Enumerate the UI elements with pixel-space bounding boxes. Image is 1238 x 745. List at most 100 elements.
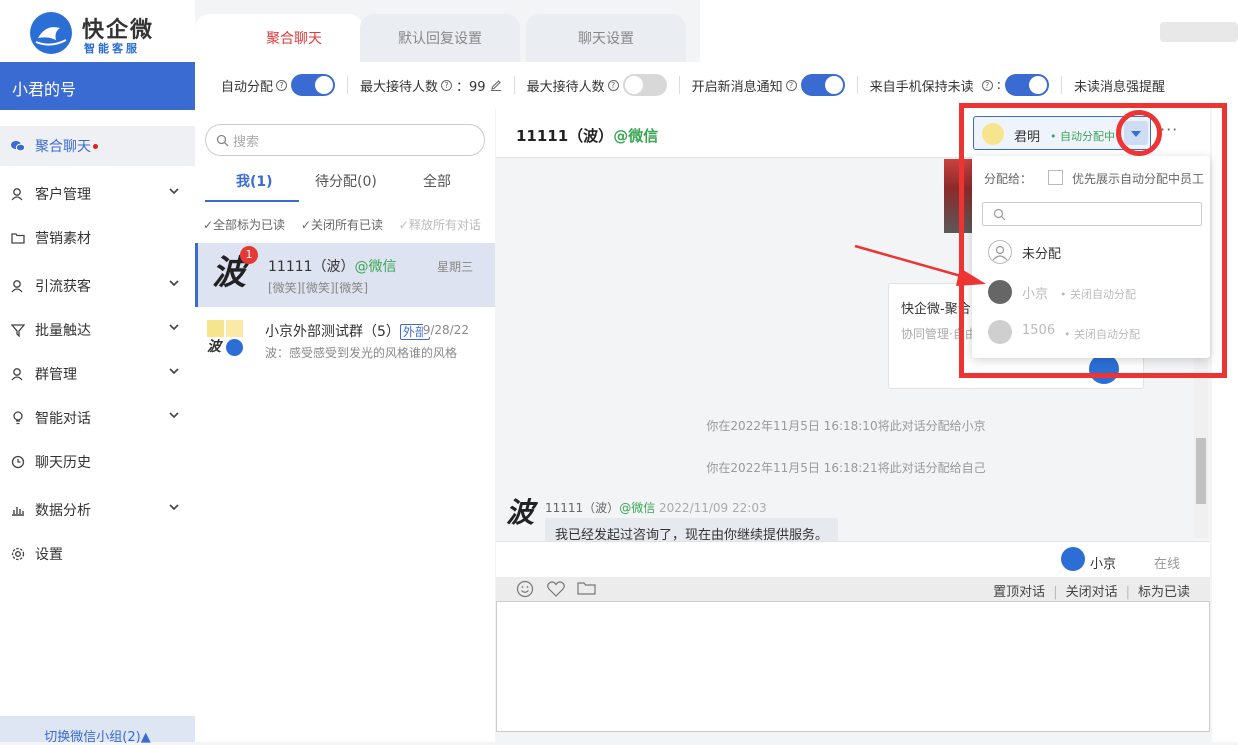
conversation-time: 9/28/22 — [422, 323, 469, 337]
brand-logo: 快企微 智能客服 — [30, 12, 170, 56]
sidebar-item-customers[interactable]: 客户管理 — [0, 174, 195, 214]
annotation-arrow-icon — [854, 244, 986, 286]
sidebar-item-chat-history[interactable]: 聊天历史 — [0, 442, 195, 482]
conversation-title: 11111（波）@微信 — [268, 259, 397, 275]
max-receivers-toggle-label: 最大接待人数 — [526, 79, 605, 95]
help-icon[interactable]: ? — [607, 79, 619, 91]
toolbar-divider — [347, 76, 349, 94]
unread-badge: 1 — [240, 246, 258, 264]
agent-avatar — [1061, 547, 1085, 571]
conversation-item[interactable]: 波 小京外部测试群（5） 外部 波：感受感受到发光的风格谁的风格 9/28/22 — [195, 308, 495, 372]
max-receivers-toggle[interactable] — [622, 74, 667, 96]
sidebar-item-label: 数据分析 — [35, 503, 91, 519]
help-icon[interactable]: ? — [785, 79, 797, 91]
tab-all[interactable]: 全部 — [423, 171, 451, 191]
sidebar-item-groups[interactable]: 群管理 — [0, 354, 195, 394]
max-receivers-setting: 最大接待人数? ：99 — [360, 76, 502, 95]
keep-unread-setting: 来自手机保持未读?: — [870, 74, 1050, 96]
heart-icon[interactable] — [546, 580, 566, 598]
agent-name: 小京 — [1090, 557, 1117, 572]
edit-icon[interactable] — [490, 79, 502, 91]
max-receivers-toggle-setting: 最大接待人数? — [527, 74, 667, 96]
max-receivers-value: ：99 — [456, 79, 486, 95]
input-actions: 置顶对话 | 关闭对话 | 标为已读 — [993, 585, 1190, 600]
new-msg-notify-setting: 开启新消息通知? — [692, 74, 845, 96]
toolbar-divider — [1061, 76, 1063, 94]
chevron-down-icon — [169, 187, 179, 195]
sidebar: 快企微 智能客服 小君的号 聚合聊天 客户管理 营销素材 引流获客 批量触达 群… — [0, 0, 195, 745]
folder-icon[interactable] — [577, 580, 597, 596]
sidebar-item-lead-gen[interactable]: 引流获客 — [0, 266, 195, 306]
gear-icon — [10, 546, 26, 562]
tab-pending[interactable]: 待分配(0) — [315, 171, 377, 191]
agent-status-bar: 小京 在线 — [496, 541, 1210, 577]
help-icon[interactable]: ? — [441, 79, 453, 91]
sidebar-item-settings[interactable]: 设置 — [0, 534, 195, 574]
sidebar-item-label: 智能对话 — [35, 411, 91, 427]
group-icon — [10, 366, 26, 382]
input-toolbar: 置顶对话 | 关闭对话 | 标为已读 — [496, 577, 1210, 601]
close-chat-button[interactable]: 关闭对话 — [1066, 585, 1118, 600]
sidebar-item-label: 聊天历史 — [35, 455, 91, 471]
search-icon — [216, 134, 229, 147]
conversation-list-panel: 搜索 我(1) 待分配(0) 全部 ✓全部标为已读 ✓关闭所有已读 ✓释放所有对… — [195, 108, 495, 742]
sidebar-item-label: 群管理 — [35, 367, 77, 383]
user-icon — [10, 278, 26, 294]
tab-default-reply[interactable]: 默认回复设置 — [360, 14, 520, 62]
sidebar-item-analytics[interactable]: 数据分析 — [0, 490, 195, 530]
scrollbar-thumb[interactable] — [1196, 438, 1206, 504]
search-input[interactable]: 搜索 — [205, 124, 485, 156]
bulk-actions: ✓全部标为已读 ✓关闭所有已读 ✓释放所有对话 — [203, 216, 493, 233]
conversation-time: 星期三 — [436, 260, 473, 274]
unread-reminder-setting: 未读消息强提醒 — [1074, 76, 1165, 95]
sidebar-item-bulk-reach[interactable]: 批量触达 — [0, 310, 195, 350]
auto-assign-label: 自动分配 — [221, 79, 274, 95]
wechat-icon — [10, 138, 26, 154]
system-message: 你在2022年11月5日 16:18:21将此对话分配给自己 — [706, 461, 986, 475]
search-placeholder: 搜索 — [233, 134, 260, 150]
chat-title: 11111（波）@微信 — [516, 127, 659, 145]
help-icon[interactable]: ? — [981, 79, 993, 91]
conversation-item[interactable]: 波 1 11111（波）@微信 [微笑][微笑][微笑] 星期三 — [195, 243, 495, 307]
new-msg-notify-label: 开启新消息通知 — [691, 79, 783, 95]
group-avatar: 波 — [207, 320, 243, 356]
sidebar-item-smart-dialog[interactable]: 智能对话 — [0, 398, 195, 438]
conversation-title: 小京外部测试群（5） 外部 — [265, 321, 430, 341]
pin-chat-button[interactable]: 置顶对话 — [993, 585, 1045, 600]
emoji-icon[interactable] — [516, 580, 534, 598]
toolbar-divider — [678, 76, 680, 94]
auto-assign-toggle[interactable] — [291, 74, 336, 96]
account-name[interactable]: 小君的号 — [0, 62, 195, 110]
toolbar-divider — [856, 76, 858, 94]
tab-mine[interactable]: 我(1) — [236, 171, 273, 191]
conversation-preview: [微笑][微笑][微笑] — [268, 281, 369, 295]
sidebar-item-label: 客户管理 — [35, 187, 91, 203]
tab-aggregated-chat[interactable]: 聚合聊天 — [195, 14, 363, 62]
sender-avatar: 波 — [506, 496, 535, 529]
highlight-annotation-circle — [1116, 110, 1162, 156]
sidebar-item-label: 批量触达 — [35, 323, 91, 339]
tab-chat-settings[interactable]: 聊天设置 — [526, 14, 686, 62]
bulb-icon — [10, 410, 26, 426]
highlight-annotation-box — [959, 103, 1227, 378]
folder-icon — [10, 230, 26, 246]
clock-icon — [10, 454, 26, 470]
message-input[interactable] — [496, 601, 1210, 732]
help-icon[interactable]: ? — [276, 79, 288, 91]
chevron-down-icon — [169, 411, 179, 419]
mark-read-button[interactable]: 标为已读 — [1138, 585, 1190, 600]
sidebar-item-marketing[interactable]: 营销素材 — [0, 218, 195, 258]
chevron-down-icon — [169, 279, 179, 287]
keep-unread-toggle[interactable] — [1005, 74, 1050, 96]
message-meta: 11111（波）@微信 2022/11/09 22:03 — [545, 501, 767, 515]
sidebar-item-aggregated-chat[interactable]: 聚合聊天 — [0, 126, 195, 166]
unread-dot — [93, 143, 98, 149]
user-profile-placeholder[interactable] — [1160, 22, 1238, 42]
close-all-read-button[interactable]: ✓关闭所有已读 — [301, 218, 383, 232]
release-all-button[interactable]: ✓释放所有对话 — [399, 218, 481, 232]
agent-status: 在线 — [1154, 557, 1181, 572]
switch-group-button[interactable]: 切换微信小组(2)▲ — [0, 716, 195, 745]
mark-all-read-button[interactable]: ✓全部标为已读 — [203, 218, 285, 232]
new-msg-notify-toggle[interactable] — [800, 74, 845, 96]
tab-indicator — [205, 200, 299, 202]
